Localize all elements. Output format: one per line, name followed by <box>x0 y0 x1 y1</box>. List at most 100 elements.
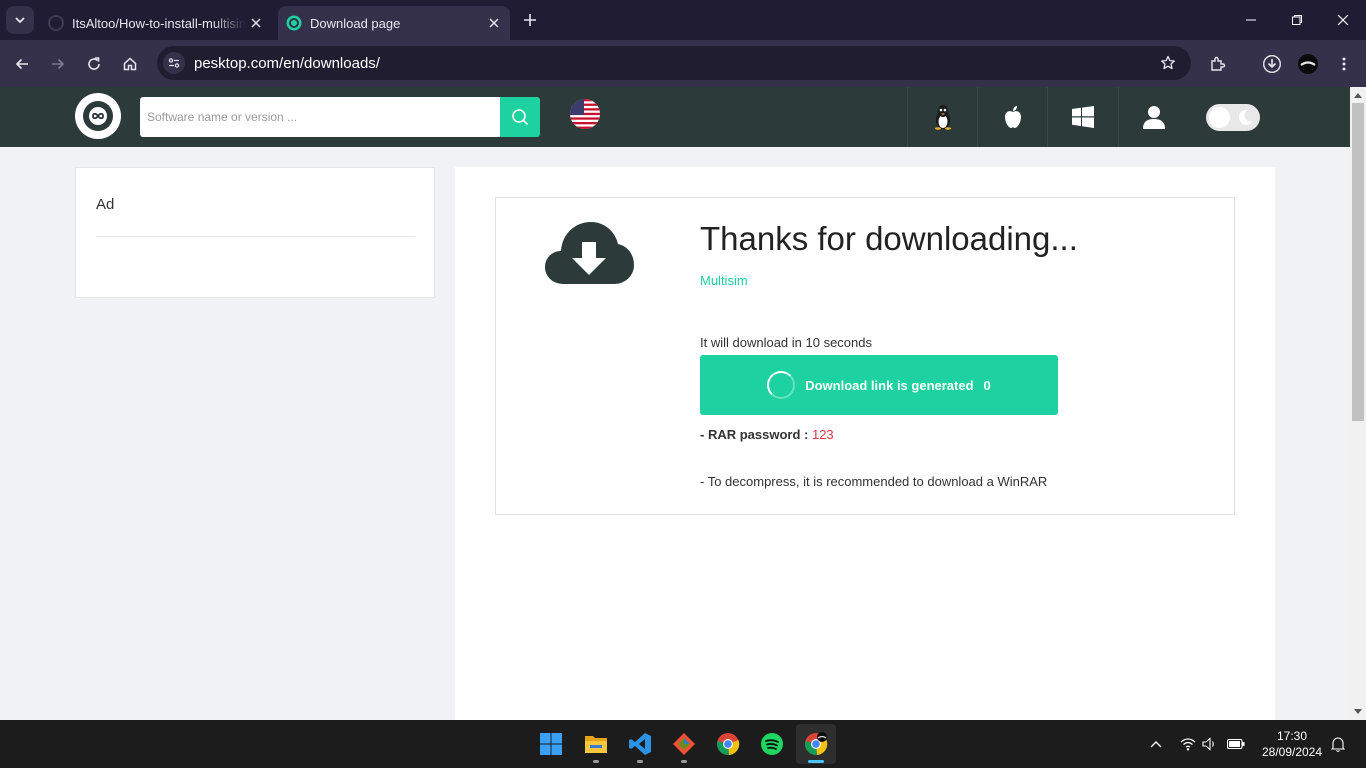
windows-icon <box>1071 106 1094 128</box>
running-indicator <box>593 760 599 763</box>
profile-avatar[interactable] <box>1294 50 1322 78</box>
git-icon <box>673 733 695 755</box>
divider <box>96 236 415 237</box>
ad-label: Ad <box>96 196 115 213</box>
countdown-text: It will download in 10 seconds <box>700 335 872 350</box>
site-logo[interactable] <box>75 93 121 139</box>
apple-icon <box>1004 106 1021 128</box>
software-search-input[interactable] <box>140 97 500 137</box>
rar-password-value: 123 <box>811 427 834 442</box>
extensions-button[interactable] <box>1204 50 1232 78</box>
main-panel: Thanks for downloading... Multisim It wi… <box>455 167 1275 720</box>
plus-icon <box>524 14 536 26</box>
nav-linux[interactable] <box>907 87 977 147</box>
download-button-count: 0 <box>983 377 991 393</box>
vscode-icon <box>629 733 651 755</box>
more-vertical-icon <box>1342 57 1346 71</box>
reload-button[interactable] <box>80 50 108 78</box>
reload-icon <box>88 57 100 70</box>
taskbar-git[interactable] <box>664 724 704 764</box>
taskbar-file-explorer[interactable] <box>576 724 616 764</box>
browser-menu-button[interactable] <box>1330 50 1358 78</box>
tab-search-button[interactable] <box>6 6 34 34</box>
download-button-label: Download link is generated <box>805 377 974 393</box>
download-button[interactable]: Download link is generated 0 <box>700 355 1058 415</box>
volume-icon[interactable] <box>1200 734 1220 754</box>
winrar-note: - To decompress, it is recommended to do… <box>700 474 1048 489</box>
taskbar-chrome[interactable] <box>708 724 748 764</box>
minimize-icon <box>1246 19 1256 21</box>
wifi-icon[interactable] <box>1178 734 1198 754</box>
tab-github[interactable]: ItsAltoo/How-to-install-multisim <box>40 6 272 40</box>
close-icon[interactable] <box>246 13 266 33</box>
puzzle-icon <box>1211 56 1226 71</box>
restore-button[interactable] <box>1274 0 1320 40</box>
address-bar[interactable]: pesktop.com/en/downloads/ <box>157 46 1191 80</box>
language-flag-us-icon[interactable] <box>570 99 600 129</box>
browser-tab-bar: ItsAltoo/How-to-install-multisim Downloa… <box>0 0 1366 40</box>
search-button[interactable] <box>500 97 540 137</box>
arrow-right-icon <box>52 58 65 70</box>
notification-bell-icon[interactable] <box>1328 734 1348 754</box>
sidebar-ad: Ad <box>75 167 435 298</box>
restore-icon <box>1292 15 1302 25</box>
tab-title: ItsAltoo/How-to-install-multisim <box>72 15 246 31</box>
active-indicator <box>808 760 824 763</box>
windows-start-icon <box>540 733 562 755</box>
cloud-download-icon <box>545 222 634 284</box>
linux-icon <box>934 105 951 130</box>
scroll-up-arrow-icon[interactable] <box>1350 88 1366 102</box>
spotify-icon <box>761 733 783 755</box>
rar-password-line: - RAR password : 123 <box>700 427 834 442</box>
close-window-button[interactable] <box>1320 0 1366 40</box>
site-header <box>0 87 1350 147</box>
pesktop-logo-icon <box>83 101 113 131</box>
clock-time: 17:30 <box>1276 729 1308 743</box>
avatar-icon <box>1298 54 1318 74</box>
page-scrollbar[interactable] <box>1350 87 1366 720</box>
nav-windows[interactable] <box>1047 87 1117 147</box>
battery-icon[interactable] <box>1226 734 1246 754</box>
tab-title: Download page <box>310 15 401 31</box>
back-button[interactable] <box>8 50 36 78</box>
site-info-icon[interactable] <box>163 52 185 74</box>
scroll-down-arrow-icon[interactable] <box>1350 705 1366 719</box>
downloads-button[interactable] <box>1258 50 1286 78</box>
loading-spinner-icon <box>767 371 796 399</box>
pesktop-favicon-icon <box>286 15 302 31</box>
browser-toolbar: pesktop.com/en/downloads/ <box>0 40 1366 87</box>
start-button[interactable] <box>531 724 571 764</box>
forward-button[interactable] <box>44 50 72 78</box>
windows-taskbar: 17:30 28/09/2024 <box>0 720 1366 768</box>
show-hidden-icons-chevron-up-icon[interactable] <box>1146 734 1166 754</box>
github-icon <box>48 15 64 31</box>
dark-mode-toggle[interactable] <box>1206 104 1260 131</box>
url-text[interactable]: pesktop.com/en/downloads/ <box>194 55 1155 72</box>
nav-user-account[interactable] <box>1118 87 1188 147</box>
system-clock[interactable]: 17:30 28/09/2024 <box>1252 728 1332 760</box>
tab-download-page[interactable]: Download page <box>278 6 510 40</box>
nav-apple[interactable] <box>977 87 1047 147</box>
running-indicator <box>637 760 643 763</box>
home-icon <box>123 57 137 71</box>
minimize-button[interactable] <box>1228 0 1274 40</box>
scrollbar-thumb[interactable] <box>1352 103 1364 421</box>
download-card: Thanks for downloading... Multisim It wi… <box>495 197 1235 515</box>
taskbar-chrome-profile[interactable] <box>796 724 836 764</box>
chrome-profile-icon <box>805 732 828 756</box>
taskbar-spotify[interactable] <box>752 724 792 764</box>
arrow-left-icon <box>15 58 28 70</box>
user-icon <box>1142 106 1165 129</box>
page-title: Thanks for downloading... <box>700 220 1078 257</box>
download-circle-icon <box>1262 54 1282 74</box>
home-button[interactable] <box>116 50 144 78</box>
clock-date: 28/09/2024 <box>1261 745 1323 759</box>
new-tab-button[interactable] <box>518 8 542 32</box>
bookmark-star-icon[interactable] <box>1155 50 1181 76</box>
running-indicator <box>681 760 687 763</box>
product-name-link[interactable]: Multisim <box>700 273 748 288</box>
close-icon[interactable] <box>484 13 504 33</box>
search-icon <box>512 109 529 126</box>
taskbar-vscode[interactable] <box>620 724 660 764</box>
folder-icon <box>585 736 607 753</box>
